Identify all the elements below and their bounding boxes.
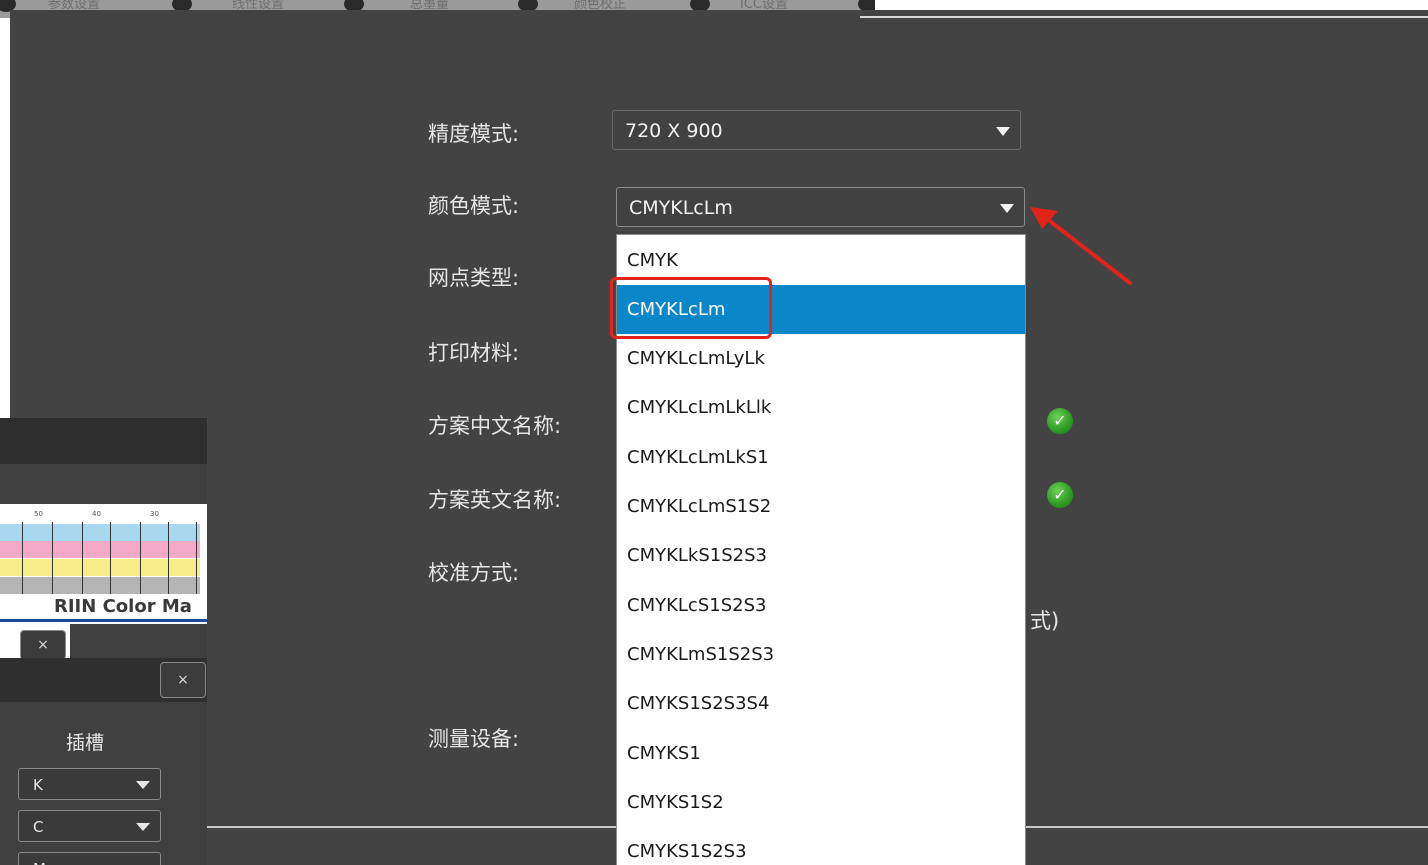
chart-tick: 50 <box>34 510 43 518</box>
cyan-swatch-row <box>0 524 200 541</box>
yellow-swatch-row <box>0 559 200 576</box>
slot-select-c[interactable]: C <box>18 810 161 842</box>
divider <box>0 619 207 622</box>
gray-swatch-row <box>0 577 200 594</box>
measurement-device-label: 测量设备: <box>428 727 520 751</box>
divider <box>207 826 617 828</box>
chart-tick: 40 <box>92 510 101 518</box>
scheme-chinese-name-label: 方案中文名称: <box>428 414 562 438</box>
dropdown-option[interactable]: CMYKLmS1S2S3 <box>617 630 1025 679</box>
dot-type-label: 网点类型: <box>428 266 520 290</box>
close-icon[interactable]: × <box>20 630 66 660</box>
app-root: 参数设置 线性设置 总墨量 颜色校正 ICC设置 精度模式: 720 X 900… <box>0 0 1428 865</box>
calibration-method-label: 校准方式: <box>428 561 520 585</box>
scheme-english-name-label: 方案英文名称: <box>428 488 562 512</box>
color-manager-window: 50 40 30 RIIN Color Ma × × 插槽 K C <box>0 418 207 865</box>
grid-line <box>22 522 23 594</box>
color-mode-label: 颜色模式: <box>428 194 520 218</box>
dropdown-option[interactable]: CMYKLcS1S2S3 <box>617 581 1025 630</box>
dropdown-option[interactable]: CMYKLcLmLkLlk <box>617 383 1025 432</box>
precision-mode-select[interactable]: 720 X 900 <box>612 110 1021 150</box>
divider <box>860 16 1428 18</box>
check-circle-icon: ✓ <box>1047 482 1073 508</box>
caret-down-icon <box>136 823 150 831</box>
calibration-option-text: 式) <box>1030 609 1060 633</box>
dropdown-option[interactable]: CMYKLkS1S2S3 <box>617 531 1025 580</box>
slot-select-k[interactable]: K <box>18 768 161 800</box>
dropdown-option[interactable]: CMYKS1S2S3 <box>617 827 1025 865</box>
annotation-highlight-box <box>610 277 772 339</box>
window-title-bar <box>0 418 207 464</box>
grid-line <box>110 522 111 594</box>
close-icon[interactable]: × <box>160 662 206 698</box>
divider <box>1026 826 1428 828</box>
grid-line <box>82 522 83 594</box>
slot-value: K <box>33 776 43 794</box>
chart-tick: 30 <box>150 510 159 518</box>
red-annotation-arrow <box>1030 207 1132 285</box>
color-mode-select[interactable]: CMYKLcLm <box>616 187 1025 227</box>
grid-line <box>168 522 169 594</box>
dropdown-option[interactable]: CMYKS1 <box>617 729 1025 778</box>
caret-down-icon <box>136 781 150 789</box>
slot-value: M <box>33 860 46 865</box>
dropdown-option[interactable]: CMYKS1S2S3S4 <box>617 679 1025 728</box>
color-mode-value: CMYKLcLm <box>629 197 733 219</box>
grid-line <box>140 522 141 594</box>
brand-text: RIIN Color Ma <box>54 596 192 617</box>
slot-value: C <box>33 818 44 836</box>
dropdown-option[interactable]: CMYKS1S2 <box>617 778 1025 827</box>
precision-mode-value: 720 X 900 <box>625 120 723 142</box>
grid-line <box>196 522 197 594</box>
caret-down-icon <box>1000 204 1014 213</box>
precision-mode-label: 精度模式: <box>428 122 520 146</box>
slot-select-m[interactable]: M <box>18 852 161 865</box>
magenta-swatch-row <box>0 541 200 558</box>
check-circle-icon: ✓ <box>1047 408 1073 434</box>
dropdown-option[interactable]: CMYKLcLmLkS1 <box>617 433 1025 482</box>
grid-line <box>52 522 53 594</box>
dropdown-option[interactable]: CMYKLcLmS1S2 <box>617 482 1025 531</box>
print-material-label: 打印材料: <box>428 341 520 365</box>
color-chart-preview: 50 40 30 RIIN Color Ma <box>0 504 207 624</box>
dropdown-option[interactable]: CMYKLcLmLyLk <box>617 334 1025 383</box>
caret-down-icon <box>996 127 1010 136</box>
slot-heading: 插槽 <box>66 732 105 754</box>
